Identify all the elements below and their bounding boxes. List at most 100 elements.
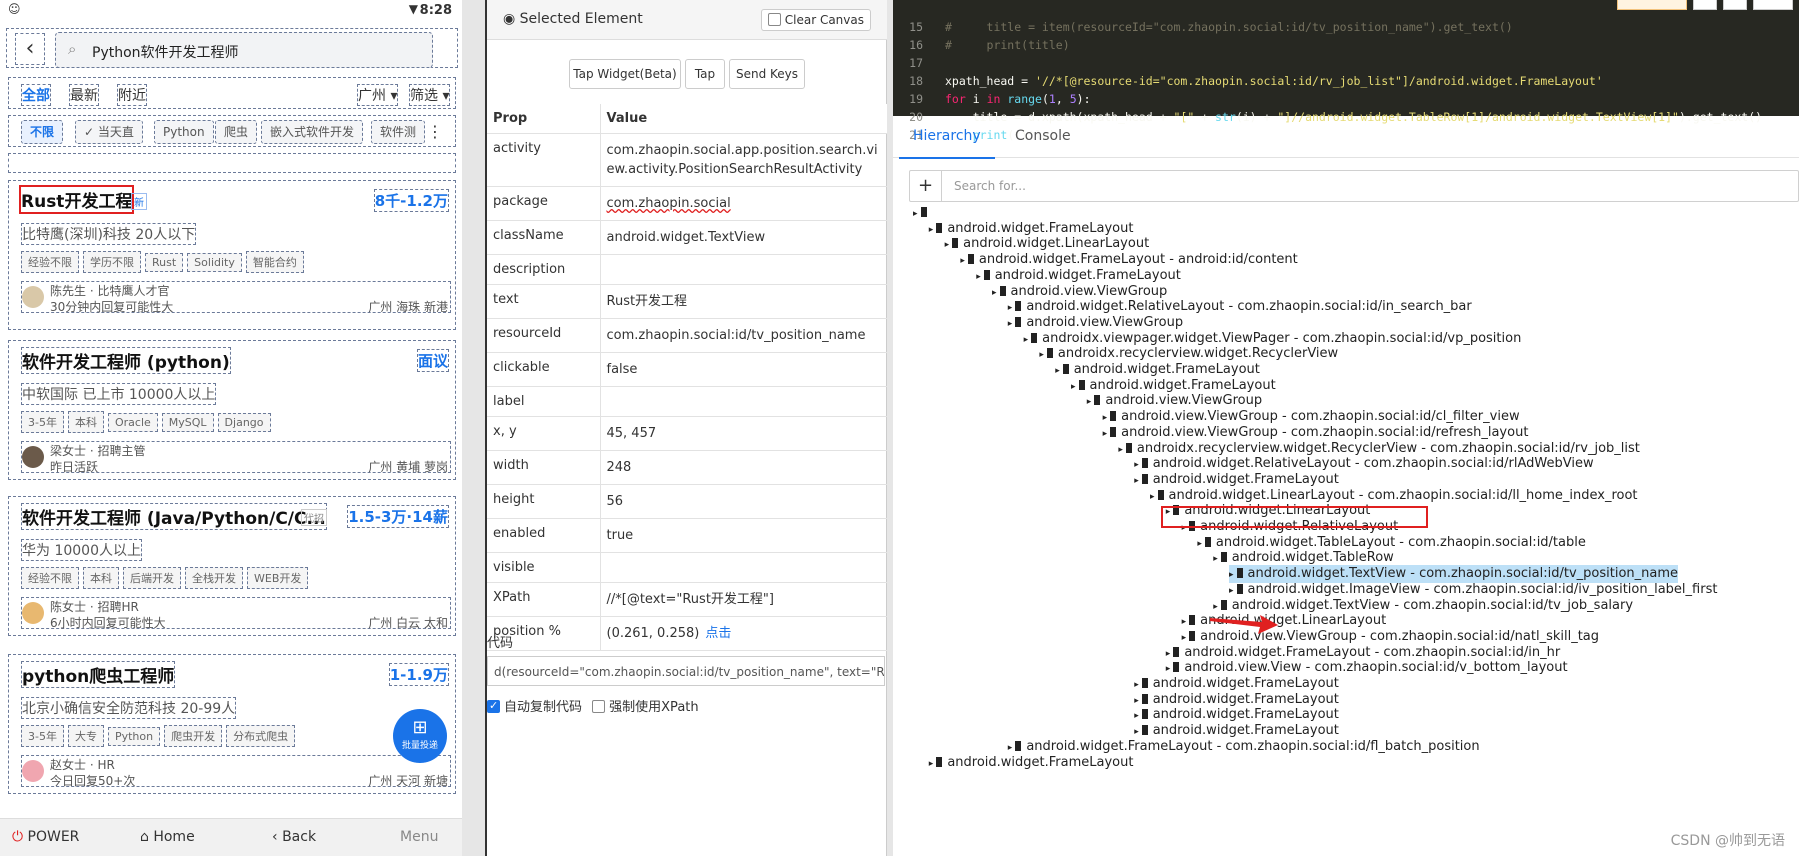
filter-tabs: 全部 最新 附近 广州 ▾ 筛选 ▾ (8, 77, 456, 109)
chip-testing[interactable]: 软件测 (371, 120, 426, 144)
node-icon (1078, 379, 1085, 390)
click-link[interactable]: 点击 (705, 626, 731, 641)
menu-button[interactable]: Menu (400, 829, 438, 845)
editor-button[interactable] (1693, 0, 1717, 10)
job-company: 北京小确信安全防范科技 20-99人 (21, 697, 237, 719)
tree-node-label: androidx.recyclerview.widget.RecyclerVie… (1136, 440, 1640, 456)
back-button[interactable]: ‹ Back (272, 829, 316, 845)
power-button[interactable]: ⏻ POWER (12, 829, 79, 845)
line-number: 17 (909, 56, 923, 70)
node-icon (1094, 395, 1101, 406)
chip-embedded[interactable]: 嵌入式软件开发 (261, 120, 364, 144)
node-icon (1173, 646, 1180, 657)
prop-row: resourceId com.zhaopin.social:id/tv_posit… (487, 318, 887, 353)
auto-copy-checkbox[interactable] (487, 699, 500, 713)
node-icon (1189, 630, 1196, 641)
prop-key: XPath (487, 582, 601, 617)
avatar (22, 760, 44, 782)
caret-icon: ▸ (1007, 742, 1013, 753)
prop-key: text (487, 284, 601, 319)
tree-node-label: android.widget.FrameLayout (1152, 676, 1339, 691)
clear-canvas-button[interactable]: Clear Canvas (760, 9, 871, 31)
tree-node-label: android.view.ViewGroup (1010, 283, 1168, 299)
job-location: 广州 海珠 新港 (368, 300, 448, 314)
search-input[interactable]: ⌕ Python软件开发工程师 (55, 32, 433, 68)
tab-all[interactable]: 全部 (21, 84, 51, 106)
line-number: 18 (909, 74, 923, 88)
job-tag: Oracle (107, 413, 158, 432)
prop-value-text: 45, 457 (606, 426, 657, 441)
job-card[interactable]: 软件开发工程师 (Java/Python/C/C... 代招 1.5-3万·14… (8, 496, 456, 636)
prop-key: className (487, 220, 601, 255)
tab-latest[interactable]: 最新 (69, 84, 99, 106)
send-keys-button[interactable]: Send Keys (729, 59, 805, 89)
tree-node-label: android.widget.RelativeLayout - com.zhao… (1152, 456, 1594, 472)
tree-node-label: android.widget.FrameLayout (1152, 707, 1339, 723)
back-arrow-icon[interactable]: ‹ (15, 33, 45, 65)
chip-python[interactable]: Python (154, 120, 214, 144)
job-title: 软件开发工程师 (Java/Python/C/C... (21, 503, 327, 530)
prop-value-text: android.widget.TextView (606, 230, 766, 245)
prop-value (600, 254, 887, 285)
panel-tabs: Hierarchy Console (893, 116, 1799, 159)
job-card[interactable]: Rust开发工程 新 8千-1.2万 比特鹰(深圳)科技 20人以下 经验不限学… (8, 180, 456, 330)
tap-widget-button[interactable]: Tap Widget(Beta) (569, 59, 681, 89)
home-label: Home (153, 829, 195, 845)
batch-apply-button[interactable]: ⊞ 批量投递 (393, 709, 447, 763)
caret-icon: ▸ (1134, 475, 1139, 486)
tab-console[interactable]: Console (1015, 128, 1071, 144)
tree-node-label: android.widget.FrameLayout - com.zhaopin… (1184, 644, 1561, 660)
tree-node-label: androidx.recyclerview.widget.RecyclerVie… (1057, 346, 1339, 362)
chip-crawler[interactable]: 爬虫 (215, 120, 258, 144)
caret-icon: ▸ (1165, 648, 1171, 659)
chip-unlimited[interactable]: 不限 (21, 120, 64, 144)
code-field[interactable]: d(resourceId="com.zhaopin.social:id/tv_p… (487, 656, 885, 686)
selected-element-label: Selected Element (519, 11, 643, 27)
recruiter-name: 赵女士 · HR (50, 758, 115, 772)
prop-value-text: 248 (606, 460, 632, 475)
auto-copy-label: 自动复制代码 (504, 700, 583, 715)
force-xpath-label: 强制使用XPath (609, 700, 699, 715)
prop-value-text: com.zhaopin.social:id/tv_position_name (606, 328, 866, 343)
add-icon[interactable]: + (910, 171, 942, 201)
back-icon: ‹ (272, 829, 278, 845)
avatar (22, 446, 44, 468)
power-icon: ⏻ (12, 829, 24, 845)
filter-dropdown[interactable]: 筛选 ▾ (409, 84, 451, 106)
device-control-bar: ⏻ POWER ⌂ Home ‹ Back Menu (0, 818, 462, 856)
city-dropdown[interactable]: 广州 ▾ (357, 84, 399, 106)
more-chips-icon[interactable]: ⋮ (427, 122, 443, 141)
editor-button[interactable] (1723, 0, 1747, 10)
job-tag: 本科 (67, 411, 104, 433)
run-code-button[interactable] (1617, 0, 1687, 10)
code-editor[interactable]: 15 16 17 18 19 20 21 # title = item(reso… (893, 0, 1799, 142)
prop-value-text: (0.261, 0.258) (606, 626, 700, 641)
chip-same-day[interactable]: ✓ 当天直 (75, 120, 143, 144)
batch-apply-label: 批量投递 (401, 741, 438, 751)
tab-nearby[interactable]: 附近 (117, 84, 147, 106)
job-card[interactable]: python爬虫工程师 1-1.9万 北京小确信安全防范科技 20-99人 3-… (8, 654, 456, 794)
node-icon (1141, 693, 1148, 704)
home-button[interactable]: ⌂ Home (140, 829, 195, 845)
tree-node[interactable]: ▸ android.widget.FrameLayout (929, 754, 1134, 772)
target-icon: ◉ (503, 11, 516, 27)
tree-node-label: android.widget.TextView - com.zhaopin.so… (1231, 597, 1634, 613)
force-xpath-checkbox[interactable] (592, 700, 606, 713)
node-icon (1015, 740, 1022, 751)
job-salary: 面议 (416, 349, 449, 372)
hierarchy-search-input[interactable]: Search for... (954, 179, 1026, 193)
prop-value (600, 552, 887, 583)
prop-key: description (487, 254, 601, 285)
prop-key: clickable (487, 352, 601, 387)
tab-hierarchy[interactable]: Hierarchy (899, 128, 995, 159)
tree-node-label: android.widget.TextView - com.zhaopin.so… (1247, 566, 1679, 582)
caret-icon: ▸ (1007, 318, 1013, 329)
editor-button[interactable] (1753, 0, 1793, 10)
job-card[interactable]: 软件开发工程师 (python) 面议 中软国际 已上市 10000人以上 3-… (8, 340, 456, 480)
node-icon (1220, 552, 1227, 563)
prop-value-text: Rust开发工程 (606, 294, 688, 309)
clear-canvas-checkbox[interactable] (767, 13, 781, 26)
tap-button[interactable]: Tap (685, 59, 725, 89)
prop-row: className android.widget.TextView (487, 220, 887, 255)
code-line: for i in range(1, 5): (945, 92, 1091, 106)
